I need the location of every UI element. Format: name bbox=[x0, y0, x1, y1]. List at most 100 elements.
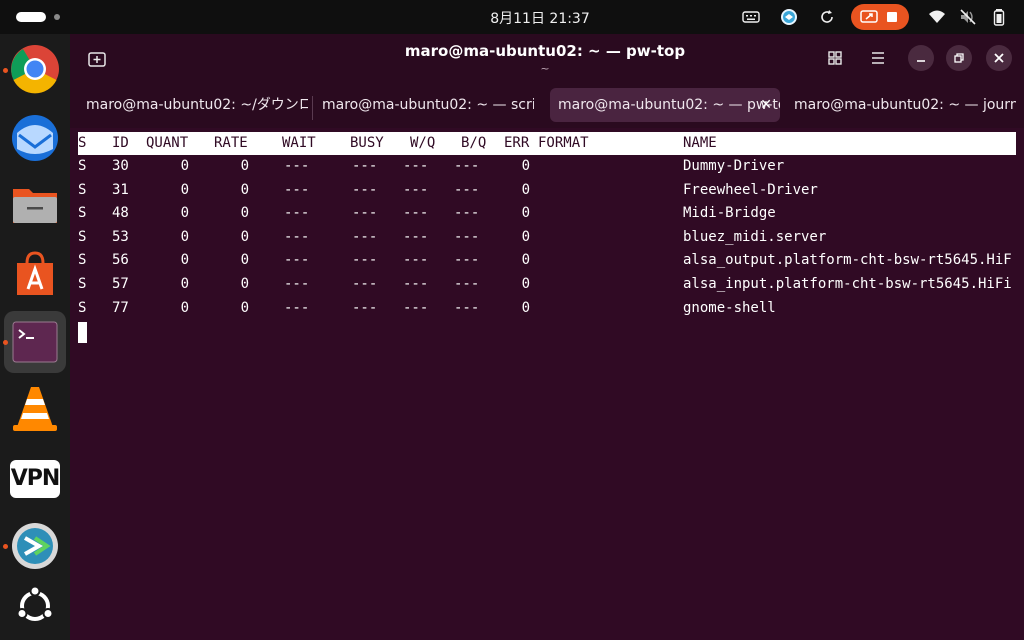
remote-desktop-icon bbox=[12, 523, 58, 569]
stop-icon[interactable] bbox=[887, 12, 897, 22]
cell-wait: --- bbox=[284, 276, 310, 292]
cell-wait: --- bbox=[284, 181, 310, 198]
dock-show-apps[interactable] bbox=[9, 580, 61, 632]
teamviewer-icon[interactable] bbox=[780, 8, 798, 26]
hamburger-icon bbox=[872, 52, 884, 64]
cell-rate: 0 bbox=[240, 181, 249, 198]
dock-chrome[interactable] bbox=[9, 43, 61, 95]
cell-rate: 0 bbox=[240, 205, 249, 222]
cell-quant: 0 bbox=[180, 181, 189, 198]
volume-muted-icon[interactable] bbox=[959, 8, 977, 26]
chrome-icon bbox=[11, 45, 59, 94]
files-icon bbox=[13, 189, 57, 223]
cell-id: 48 bbox=[112, 205, 129, 222]
table-row: S 31 0 0 --- --- --- --- 0 Freewheel-Driver bbox=[78, 179, 1016, 202]
cell-wq: --- bbox=[403, 181, 429, 198]
dock-terminal[interactable] bbox=[9, 316, 61, 368]
terminal-cursor bbox=[78, 322, 87, 343]
tab-pw-top[interactable]: maro@ma-ubuntu02: ~ — pw-top ✕ bbox=[550, 88, 780, 122]
cell-name: Dummy-Driver bbox=[683, 158, 785, 174]
dock-vlc[interactable] bbox=[9, 383, 61, 435]
cell-s: S bbox=[78, 299, 87, 316]
cell-bq: --- bbox=[454, 228, 480, 245]
window-title: maro@ma-ubuntu02: ~ — pw-top bbox=[404, 42, 686, 60]
tab-journal[interactable]: maro@ma-ubuntu02: ~ — journalctl bbox=[786, 88, 1016, 122]
cell-id: 56 bbox=[112, 252, 129, 269]
cell-bq: --- bbox=[454, 299, 480, 316]
cell-name: gnome-shell bbox=[683, 299, 776, 316]
cell-wq: --- bbox=[403, 205, 429, 222]
col-header: S bbox=[78, 135, 87, 151]
minimize-button[interactable] bbox=[908, 45, 934, 71]
cell-err: 0 bbox=[521, 205, 530, 222]
cell-rate: 0 bbox=[240, 276, 249, 292]
dock: VPN bbox=[0, 34, 70, 640]
cell-busy: --- bbox=[352, 181, 378, 198]
clock[interactable]: 8月11日 21:37 bbox=[470, 8, 610, 28]
wifi-icon[interactable] bbox=[928, 8, 946, 26]
cell-wait: --- bbox=[284, 158, 310, 174]
col-header: WAIT bbox=[282, 135, 316, 151]
cell-quant: 0 bbox=[180, 276, 189, 292]
cell-quant: 0 bbox=[180, 205, 189, 222]
tab-separator bbox=[312, 96, 313, 120]
cell-wait: --- bbox=[284, 299, 310, 316]
dock-app-center[interactable] bbox=[9, 247, 61, 299]
activities-indicator[interactable] bbox=[16, 12, 64, 22]
close-window-button[interactable] bbox=[986, 45, 1012, 71]
cell-err: 0 bbox=[521, 276, 530, 292]
refresh-icon[interactable] bbox=[818, 8, 836, 26]
dock-vpn[interactable]: VPN bbox=[9, 453, 61, 505]
cell-bq: --- bbox=[454, 252, 480, 269]
menu-button[interactable] bbox=[865, 45, 891, 71]
cell-wait: --- bbox=[284, 205, 310, 222]
cell-busy: --- bbox=[352, 252, 378, 269]
tab-close-icon[interactable]: ✕ bbox=[760, 88, 772, 122]
screencast-icon bbox=[860, 9, 878, 25]
cell-s: S bbox=[78, 181, 87, 198]
cell-err: 0 bbox=[521, 158, 530, 174]
keyboard-icon[interactable] bbox=[742, 8, 760, 26]
tab-label: maro@ma-ubuntu02: ~ — script bbox=[322, 97, 534, 113]
cell-rate: 0 bbox=[240, 158, 249, 174]
workspace-dot bbox=[54, 14, 60, 20]
screencast-indicator[interactable] bbox=[851, 4, 909, 30]
col-header: W/Q bbox=[410, 135, 436, 151]
table-row: S 48 0 0 --- --- --- --- 0 Midi-Bridge bbox=[78, 202, 1016, 225]
col-header: QUANT bbox=[146, 135, 189, 151]
cell-name: Midi-Bridge bbox=[683, 205, 776, 222]
col-header: RATE bbox=[214, 135, 248, 151]
close-icon bbox=[994, 53, 1004, 63]
tab-overview-button[interactable] bbox=[822, 45, 848, 71]
cell-wq: --- bbox=[403, 228, 429, 245]
header-bar: maro@ma-ubuntu02: ~ — pw-top ~ bbox=[70, 34, 1024, 82]
running-indicator bbox=[3, 340, 8, 345]
window-subtitle: ~ bbox=[540, 62, 550, 75]
minimize-icon bbox=[917, 60, 925, 62]
cell-rate: 0 bbox=[240, 299, 249, 316]
workspace-active-pill bbox=[16, 12, 46, 22]
terminal-output[interactable]: S ID QUANT RATE WAIT BUSY W/Q B/Q ERR FO… bbox=[78, 132, 1018, 632]
tab-downloads[interactable]: maro@ma-ubuntu02: ~/ダウンロード bbox=[78, 88, 308, 122]
cell-id: 30 bbox=[112, 158, 129, 174]
dock-files[interactable] bbox=[9, 179, 61, 231]
battery-icon[interactable] bbox=[990, 8, 1008, 26]
col-header: ERR bbox=[504, 135, 530, 151]
col-header: ID bbox=[112, 135, 129, 151]
running-indicator bbox=[3, 68, 8, 73]
cell-bq: --- bbox=[454, 181, 480, 198]
tab-script[interactable]: maro@ma-ubuntu02: ~ — script bbox=[314, 88, 534, 122]
dock-thunderbird[interactable] bbox=[9, 111, 61, 163]
cell-quant: 0 bbox=[180, 299, 189, 316]
dock-remote-desktop[interactable] bbox=[9, 520, 61, 572]
restore-button[interactable] bbox=[946, 45, 972, 71]
cell-s: S bbox=[78, 276, 87, 292]
cell-id: 77 bbox=[112, 299, 129, 316]
cell-name: Freewheel-Driver bbox=[683, 181, 818, 198]
tab-bar: maro@ma-ubuntu02: ~/ダウンロード maro@ma-ubunt… bbox=[70, 82, 1024, 128]
cell-wq: --- bbox=[403, 299, 429, 316]
table-row: S 77 0 0 --- --- --- --- 0 gnome-shell bbox=[78, 297, 1016, 320]
new-tab-button[interactable] bbox=[84, 46, 110, 72]
cell-s: S bbox=[78, 158, 87, 174]
vpn-icon: VPN bbox=[10, 460, 60, 498]
